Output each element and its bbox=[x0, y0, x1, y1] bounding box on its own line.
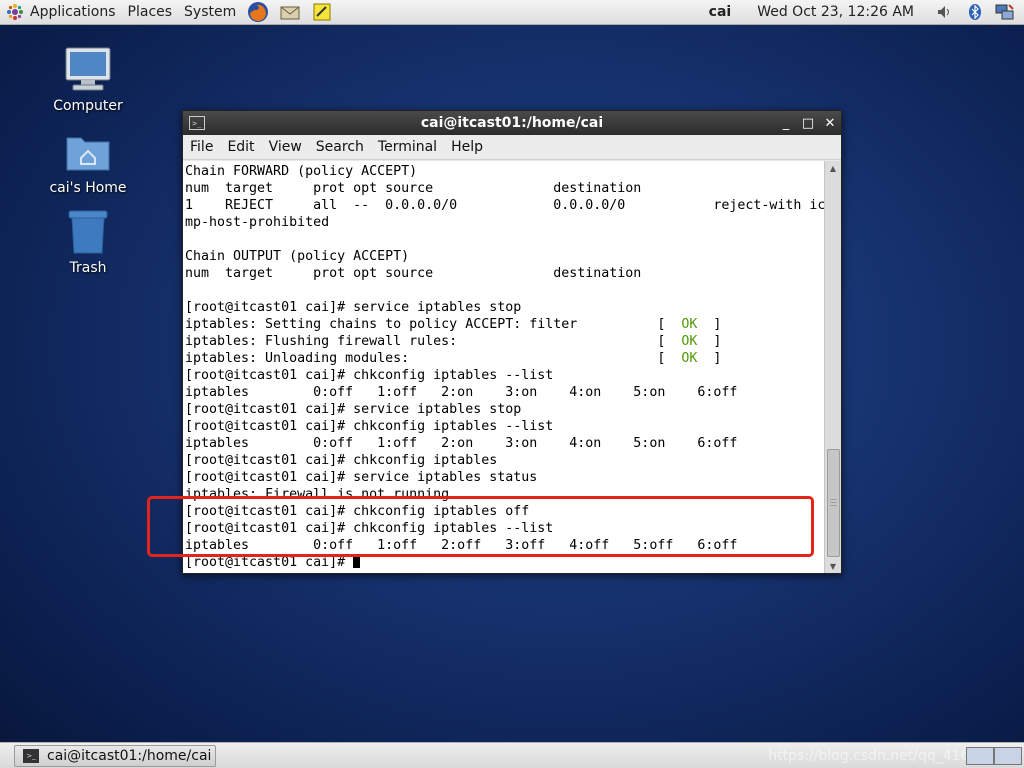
applications-menu-label: Applications bbox=[30, 4, 116, 20]
system-menu[interactable]: System bbox=[178, 0, 242, 24]
desktop-icon-home[interactable]: cai's Home bbox=[38, 126, 138, 196]
terminal-line: [root@itcast01 cai]# chkconfig iptables bbox=[185, 453, 498, 468]
terminal-line: [root@itcast01 cai]# bbox=[185, 554, 361, 570]
top-panel: Applications Places System cai Wed Oct 2… bbox=[0, 0, 1024, 25]
terminal-line: num target prot opt source destination bbox=[185, 181, 642, 196]
desktop-icon-label: cai's Home bbox=[49, 180, 127, 196]
network-icon[interactable] bbox=[994, 1, 1016, 23]
bottom-panel: >_ cai@itcast01:/home/cai https://blog.c… bbox=[0, 742, 1024, 768]
computer-icon bbox=[65, 47, 111, 91]
terminal-line: iptables: Flushing firewall rules: [ OK … bbox=[185, 334, 722, 349]
terminal-line: iptables: Setting chains to policy ACCEP… bbox=[185, 317, 722, 332]
terminal-line: 1 REJECT all -- 0.0.0.0/0 0.0.0.0/0 reje… bbox=[185, 198, 825, 213]
bluetooth-icon[interactable] bbox=[964, 1, 986, 23]
mail-icon bbox=[280, 6, 300, 20]
menu-help[interactable]: Help bbox=[444, 139, 490, 155]
annotation-highlight-box bbox=[147, 496, 814, 557]
close-button[interactable]: ✕ bbox=[819, 112, 841, 134]
window-title: cai@itcast01:/home/cai bbox=[420, 115, 604, 131]
terminal-line: Chain OUTPUT (policy ACCEPT) bbox=[185, 249, 410, 264]
terminal-line: iptables: Unloading modules: [ OK ] bbox=[185, 351, 722, 366]
workspace-switcher[interactable] bbox=[994, 747, 1022, 765]
system-menu-label: System bbox=[184, 4, 237, 20]
terminal-line: iptables 0:off 1:off 2:on 3:on 4:on 5:on… bbox=[185, 385, 738, 400]
mail-launcher[interactable] bbox=[279, 1, 301, 23]
desktop-icon-computer[interactable]: Computer bbox=[38, 44, 138, 114]
terminal-line: mp-host-prohibited bbox=[185, 215, 330, 230]
terminal-menubar: File Edit View Search Terminal Help bbox=[183, 135, 841, 160]
firefox-icon bbox=[248, 2, 269, 22]
terminal-icon: >_ bbox=[189, 116, 205, 130]
scroll-down-arrow[interactable]: ▼ bbox=[825, 559, 841, 573]
home-folder-icon bbox=[66, 137, 110, 171]
menu-terminal[interactable]: Terminal bbox=[371, 139, 444, 155]
notes-launcher[interactable] bbox=[311, 1, 333, 23]
scrollbar-thumb[interactable]: — — — bbox=[827, 449, 840, 557]
window-titlebar[interactable]: >_ cai@itcast01:/home/cai _ □ ✕ bbox=[183, 111, 841, 135]
menu-file[interactable]: File bbox=[183, 139, 220, 155]
applications-menu[interactable]: Applications bbox=[0, 0, 122, 24]
ok-status: OK bbox=[681, 351, 698, 366]
volume-icon[interactable] bbox=[934, 1, 956, 23]
gnome-foot-icon bbox=[7, 4, 23, 20]
workspace-switcher[interactable] bbox=[966, 747, 994, 765]
desktop-icon-label: Computer bbox=[53, 98, 123, 114]
clock[interactable]: Wed Oct 23, 12:26 AM bbox=[751, 4, 930, 20]
menu-search[interactable]: Search bbox=[309, 139, 371, 155]
terminal-line: [root@itcast01 cai]# service iptables st… bbox=[185, 300, 522, 315]
taskbar-window-label: cai@itcast01:/home/cai bbox=[47, 748, 212, 764]
minimize-button[interactable]: _ bbox=[775, 112, 797, 134]
taskbar-window-button[interactable]: >_ cai@itcast01:/home/cai bbox=[14, 745, 216, 767]
notepad-icon bbox=[313, 3, 331, 21]
terminal-line: iptables 0:off 1:off 2:on 3:on 4:on 5:on… bbox=[185, 436, 738, 451]
menu-edit[interactable]: Edit bbox=[220, 139, 261, 155]
terminal-line: num target prot opt source destination bbox=[185, 266, 642, 281]
terminal-line: [root@itcast01 cai]# chkconfig iptables … bbox=[185, 419, 554, 434]
terminal-line: Chain FORWARD (policy ACCEPT) bbox=[185, 164, 418, 179]
scroll-up-arrow[interactable]: ▲ bbox=[825, 161, 841, 175]
terminal-line: [root@itcast01 cai]# service iptables st… bbox=[185, 470, 538, 485]
ok-status: OK bbox=[681, 334, 698, 349]
desktop-icon-label: Trash bbox=[69, 260, 107, 276]
trash-icon bbox=[68, 210, 108, 254]
terminal-line: [root@itcast01 cai]# chkconfig iptables … bbox=[185, 368, 554, 383]
terminal-icon: >_ bbox=[23, 749, 39, 763]
vertical-scrollbar[interactable]: ▲ — — — ▼ bbox=[824, 161, 841, 573]
maximize-button[interactable]: □ bbox=[797, 112, 819, 134]
user-name[interactable]: cai bbox=[689, 4, 752, 20]
places-menu[interactable]: Places bbox=[122, 0, 179, 24]
firefox-launcher[interactable] bbox=[247, 1, 269, 23]
desktop-icon-trash[interactable]: Trash bbox=[38, 206, 138, 276]
ok-status: OK bbox=[681, 317, 698, 332]
terminal-line: [root@itcast01 cai]# service iptables st… bbox=[185, 402, 522, 417]
places-menu-label: Places bbox=[127, 4, 173, 20]
menu-view[interactable]: View bbox=[262, 139, 309, 155]
